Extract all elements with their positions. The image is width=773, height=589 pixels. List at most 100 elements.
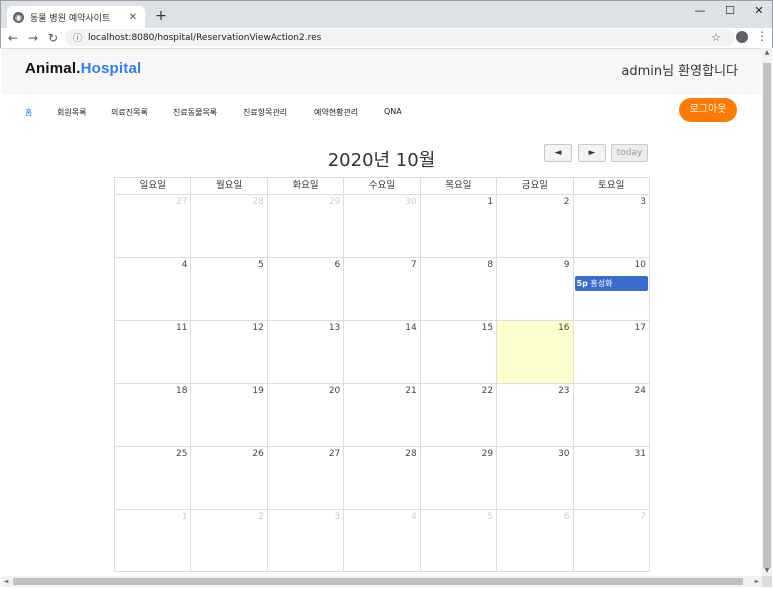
day-number: 21 xyxy=(405,386,417,396)
menu-icon[interactable]: ⋮ xyxy=(756,29,768,43)
calendar-day[interactable]: 5 xyxy=(419,510,496,571)
calendar-day[interactable]: 5 xyxy=(190,258,266,320)
vertical-scroll-thumb[interactable] xyxy=(763,63,771,568)
day-number: 24 xyxy=(634,386,646,396)
day-number: 18 xyxy=(175,386,188,396)
event-time: 5p xyxy=(576,279,588,288)
day-number: 20 xyxy=(328,386,341,396)
bookmark-star-icon[interactable]: ☆ xyxy=(711,31,721,44)
day-number: 29 xyxy=(328,197,341,207)
horizontal-scrollbar[interactable]: ◄ ► xyxy=(1,576,762,587)
calendar-day-today[interactable]: 16 xyxy=(496,321,573,383)
nav-members[interactable]: 회원목록 xyxy=(57,107,86,118)
day-number: 4 xyxy=(410,512,417,522)
calendar-day[interactable]: 20 xyxy=(266,384,343,446)
back-icon[interactable]: ← xyxy=(3,31,23,45)
calendar-day[interactable]: 12 xyxy=(190,321,266,383)
calendar-day[interactable]: 2 xyxy=(190,510,266,571)
scroll-down-icon[interactable]: ▼ xyxy=(762,566,772,576)
calendar-day[interactable]: 31 xyxy=(572,447,649,509)
reload-icon[interactable]: ↻ xyxy=(43,31,63,45)
vertical-scrollbar[interactable]: ▲ ▼ xyxy=(762,48,772,576)
main-nav: 홈 회원목록 의료진목록 진료동물목록 진료항목관리 예약현황관리 QNA 로그… xyxy=(1,95,762,135)
day-number: 5 xyxy=(258,260,264,270)
calendar-day[interactable]: 6 xyxy=(496,510,572,571)
url-field[interactable]: ⓘ localhost:8080/hospital/ReservationVie… xyxy=(65,29,735,46)
calendar-day[interactable]: 3 xyxy=(572,195,649,257)
browser-tab-bar: ◉ 동물 병원 예약사이트 ✕ + — ☐ ✕ xyxy=(0,0,773,29)
next-month-button[interactable]: ► xyxy=(578,144,606,162)
day-number: 31 xyxy=(634,449,646,459)
nav-animals[interactable]: 진료동물목록 xyxy=(173,107,217,118)
day-number: 30 xyxy=(405,197,417,207)
calendar-day[interactable]: 17 xyxy=(572,321,649,383)
calendar-day[interactable]: 8 xyxy=(419,258,496,320)
calendar-day[interactable]: 4 xyxy=(115,258,190,320)
maximize-button[interactable]: ☐ xyxy=(715,3,745,19)
new-tab-button[interactable]: + xyxy=(153,8,169,24)
calendar-day[interactable]: 7 xyxy=(572,510,649,571)
browser-tab[interactable]: ◉ 동물 병원 예약사이트 ✕ xyxy=(7,6,145,29)
calendar-day[interactable]: 18 xyxy=(115,384,190,446)
forward-icon[interactable]: → xyxy=(23,31,43,45)
nav-qna[interactable]: QNA xyxy=(384,107,402,116)
calendar-day[interactable]: 15 xyxy=(419,321,496,383)
scroll-left-icon[interactable]: ◄ xyxy=(1,576,11,587)
info-icon[interactable]: ⓘ xyxy=(73,31,82,44)
calendar-day[interactable]: 27 xyxy=(115,195,190,257)
calendar-day[interactable]: 27 xyxy=(266,447,343,509)
calendar-day[interactable]: 26 xyxy=(190,447,266,509)
calendar-day[interactable]: 6 xyxy=(266,258,343,320)
logo-text-animal: Animal. xyxy=(25,60,81,77)
minimize-button[interactable]: — xyxy=(685,3,715,19)
calendar-day[interactable]: 4 xyxy=(343,510,419,571)
calendar-day[interactable]: 29 xyxy=(419,447,496,509)
calendar-day[interactable]: 19 xyxy=(190,384,266,446)
calendar-day[interactable]: 24 xyxy=(572,384,649,446)
calendar-day[interactable]: 22 xyxy=(419,384,496,446)
today-button[interactable]: today xyxy=(611,144,648,162)
nav-doctors[interactable]: 의료진목록 xyxy=(111,107,148,118)
calendar-day[interactable]: 30 xyxy=(496,447,572,509)
profile-icon[interactable] xyxy=(736,31,748,43)
calendar-day[interactable]: 2 xyxy=(496,195,572,257)
calendar-day[interactable]: 10 5p 홍성화 xyxy=(572,258,649,320)
day-number: 15 xyxy=(481,323,494,333)
calendar-day[interactable]: 14 xyxy=(343,321,419,383)
weekday-header: 일요일 월요일 화요일 수요일 목요일 금요일 토요일 xyxy=(114,177,650,194)
calendar-day[interactable]: 9 xyxy=(496,258,572,320)
calendar-day[interactable]: 3 xyxy=(266,510,343,571)
calendar-day[interactable]: 1 xyxy=(115,510,190,571)
nav-reservations[interactable]: 예약현황관리 xyxy=(314,107,358,118)
weekday-tue: 화요일 xyxy=(266,178,343,194)
day-number: 19 xyxy=(252,386,264,396)
nav-home[interactable]: 홈 xyxy=(25,107,32,118)
reservation-event[interactable]: 5p 홍성화 xyxy=(574,276,648,291)
calendar-day[interactable]: 30 xyxy=(343,195,419,257)
day-number: 23 xyxy=(558,386,570,396)
calendar-day[interactable]: 29 xyxy=(266,195,343,257)
calendar-day[interactable]: 1 xyxy=(419,195,496,257)
nav-treatments[interactable]: 진료항목관리 xyxy=(243,107,287,118)
close-window-button[interactable]: ✕ xyxy=(744,3,773,19)
calendar-day[interactable]: 13 xyxy=(266,321,343,383)
calendar-day[interactable]: 28 xyxy=(343,447,419,509)
site-logo[interactable]: Animal.Hospital xyxy=(25,60,141,77)
calendar-day[interactable]: 11 xyxy=(115,321,190,383)
logout-button[interactable]: 로그아웃 xyxy=(679,98,737,122)
calendar-day[interactable]: 25 xyxy=(115,447,190,509)
day-number: 3 xyxy=(640,197,646,207)
calendar-day[interactable]: 7 xyxy=(343,258,419,320)
close-icon[interactable]: ✕ xyxy=(127,12,139,23)
logo-text-hospital: Hospital xyxy=(80,60,142,77)
calendar-day[interactable]: 23 xyxy=(496,384,572,446)
scroll-right-icon[interactable]: ► xyxy=(752,576,762,587)
calendar-week: 18 19 20 21 22 23 24 xyxy=(114,383,650,446)
prev-month-button[interactable]: ◄ xyxy=(544,144,572,162)
horizontal-scroll-thumb[interactable] xyxy=(13,578,743,585)
weekday-thu: 목요일 xyxy=(419,178,496,194)
url-text: localhost:8080/hospital/ReservationViewA… xyxy=(88,32,322,43)
calendar-day[interactable]: 28 xyxy=(190,195,266,257)
calendar-day[interactable]: 21 xyxy=(343,384,419,446)
scroll-up-icon[interactable]: ▲ xyxy=(762,48,772,58)
